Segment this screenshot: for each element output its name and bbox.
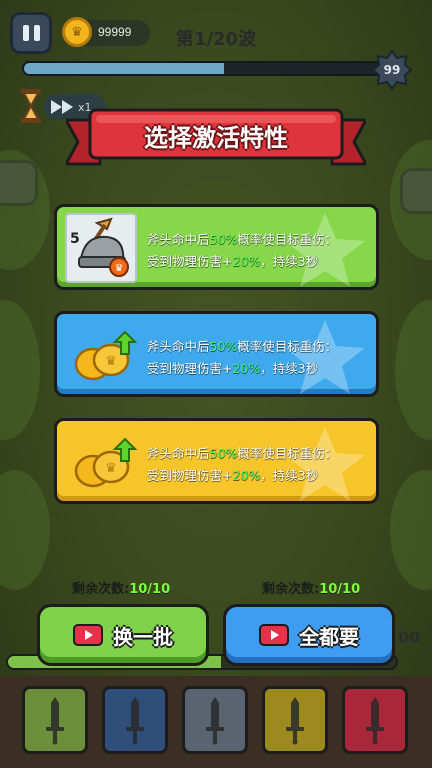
trait-icon-frame: 5 ♛	[65, 213, 137, 283]
wave-badge: 99	[372, 50, 412, 90]
helmet-axe-icon: ♛	[78, 217, 129, 277]
refresh-remaining: 剩余次数:10/10	[72, 582, 171, 597]
weapon-slot-2[interactable]	[102, 686, 168, 754]
dialog-title: 选择激活特性	[144, 124, 288, 152]
trait-description: 斧头命中后50%概率使目标重伤： 受到物理伤害+20%，持续3秒	[147, 232, 338, 269]
sword-icon	[206, 697, 224, 745]
take-all-remaining: 剩余次数:10/10	[262, 582, 361, 597]
sword-icon	[126, 697, 144, 745]
wave-badge-value: 99	[383, 63, 401, 77]
trait-card-3[interactable]: ♛ 斧头命中后50%概率使目标重伤： 受到物理伤害+20%，持续3秒	[54, 418, 379, 504]
weapon-slot-5[interactable]	[342, 686, 408, 754]
trait-card-2[interactable]: ♛ 斧头命中后50%概率使目标重伤： 受到物理伤害+20%，持续3秒	[54, 311, 379, 397]
take-all-button[interactable]: 全都要	[223, 604, 395, 666]
weapon-slot-3[interactable]	[182, 686, 248, 754]
trait-card-1[interactable]: 5 ♛ 斧头命中后50%概率使目标重伤： 受到物理伤害+20%，持续3秒	[54, 204, 379, 290]
weapon-slot-1[interactable]	[22, 686, 88, 754]
wave-progress-fill	[24, 63, 225, 74]
trait-description: 斧头命中后50%概率使目标重伤： 受到物理伤害+20%，持续3秒	[147, 339, 338, 376]
svg-text:♛: ♛	[105, 461, 117, 476]
svg-text:♛: ♛	[115, 263, 124, 274]
svg-text:♛: ♛	[105, 354, 117, 369]
weapon-slot-4[interactable]	[262, 686, 328, 754]
sword-icon	[286, 697, 304, 745]
gold-coins-up-icon: ♛	[74, 437, 138, 488]
refresh-button[interactable]: 换一批	[37, 604, 209, 666]
dialog-title-banner: 选择激活特性	[66, 106, 366, 168]
hourglass-icon	[20, 88, 42, 128]
wave-progress-bar	[22, 61, 384, 76]
video-ad-icon	[259, 624, 289, 646]
video-ad-icon	[73, 624, 103, 646]
sword-icon	[46, 697, 64, 745]
wave-indicator: 第1/20波	[175, 29, 257, 50]
trait-description: 斧头命中后50%概率使目标重伤： 受到物理伤害+20%，持续3秒	[147, 446, 338, 483]
refresh-button-label: 换一批	[113, 624, 173, 649]
gold-coins-up-icon: ♛	[74, 330, 138, 381]
sword-icon	[366, 697, 384, 745]
experience-value: 00	[398, 628, 421, 647]
take-all-button-label: 全都要	[299, 624, 359, 649]
